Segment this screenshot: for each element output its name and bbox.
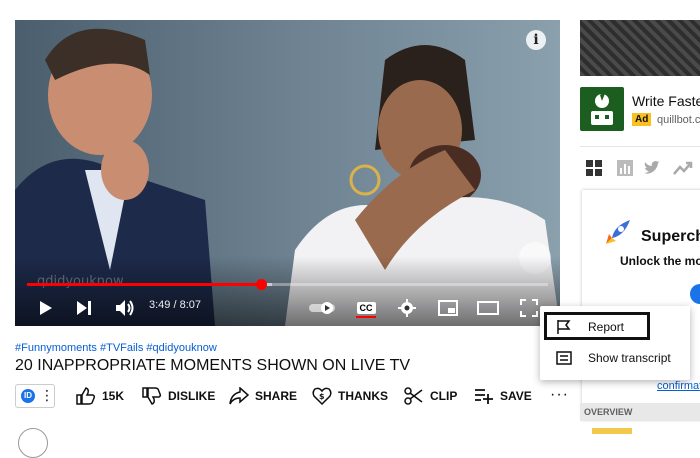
volume-icon [116,300,134,316]
hashtags[interactable]: #Funnymoments #TVFails #qdidyouknow [15,342,217,354]
volume-button[interactable] [113,296,137,320]
menu-item-label: Show transcript [588,351,671,365]
card-subtitle: Unlock the mos [620,254,700,268]
cc-active-indicator [356,316,376,318]
next-icon [77,301,91,315]
channel-avatar-bottom[interactable] [18,428,48,458]
ad-url[interactable]: quillbot.co [657,114,700,126]
fullscreen-button[interactable] [518,296,540,320]
quillbot-robot-icon [591,91,613,125]
more-actions-button[interactable]: ··· [550,386,569,404]
share-label: SHARE [255,389,298,403]
svg-text:$: $ [319,392,325,401]
card-title: Superch [641,228,700,245]
share-button[interactable]: SHARE [229,386,297,406]
transcript-icon [556,351,572,365]
cc-icon: CC [356,302,376,314]
more-actions-menu: Report Show transcript [540,306,690,380]
settings-button[interactable] [396,296,418,320]
channel-button[interactable]: ID ⋮ [15,384,55,408]
current-time: 3:49 [149,299,171,311]
duration: 8:07 [179,299,202,311]
rocket-icon [606,220,630,244]
time-separator: / [173,299,177,311]
ad-title[interactable]: Write Faste [632,93,700,109]
progress-played [27,283,262,286]
like-button[interactable]: 15K [76,386,124,406]
overview-header: OVERVIEW [580,403,700,421]
info-icon[interactable]: i [526,30,546,50]
save-playlist-icon [475,389,493,404]
flag-icon [557,320,571,334]
sidebar-divider [580,146,700,147]
quillbot-logo[interactable] [580,87,624,131]
thanks-button[interactable]: $ THANKS [312,386,388,406]
like-icon [76,387,96,405]
video-player[interactable]: i qdidyouknow 3:49 / 8:07 CC [15,20,560,326]
thanks-label: THANKS [338,389,388,403]
fullscreen-icon [520,299,538,317]
grid-icon[interactable] [586,160,602,176]
trending-icon[interactable] [673,160,693,176]
ad-thumbnail[interactable] [580,20,700,76]
channel-avatar: ID [21,389,35,403]
share-icon [229,387,249,405]
menu-item-label: Report [588,320,625,334]
menu-item-show-transcript[interactable]: Show transcript [540,345,690,371]
save-label: SAVE [500,389,532,403]
time-display: 3:49 / 8:07 [149,299,201,311]
thanks-icon: $ [312,387,332,405]
kebab-icon[interactable]: ⋮ [40,387,54,404]
like-count: 15K [102,389,125,403]
theater-icon [477,301,499,315]
autoplay-toggle[interactable] [307,296,337,320]
confirmation-link[interactable]: confirmat [657,380,700,392]
gear-icon [398,299,416,317]
clip-label: CLIP [430,389,458,403]
progress-bar[interactable] [27,279,548,290]
play-button[interactable] [35,296,57,320]
scissors-icon [404,387,423,405]
miniplayer-button[interactable] [436,296,460,320]
dislike-button[interactable]: DISLIKE [142,386,215,406]
play-icon [40,301,52,315]
dislike-icon [142,387,162,405]
ad-badge: Ad [632,113,652,126]
bar-chart-icon[interactable] [617,160,633,176]
miniplayer-icon [438,300,458,316]
save-button[interactable]: SAVE [474,386,532,406]
next-button[interactable] [73,296,95,320]
clip-button[interactable]: CLIP [404,386,457,406]
twitter-icon[interactable] [643,160,661,176]
theater-button[interactable] [476,296,500,320]
menu-item-report[interactable]: Report [540,314,690,340]
video-title: 20 INAPPROPRIATE MOMENTS SHOWN ON LIVE T… [15,357,411,374]
decorative-strip [592,428,632,434]
dislike-label: DISLIKE [168,389,216,403]
autoplay-toggle-icon [309,302,335,314]
